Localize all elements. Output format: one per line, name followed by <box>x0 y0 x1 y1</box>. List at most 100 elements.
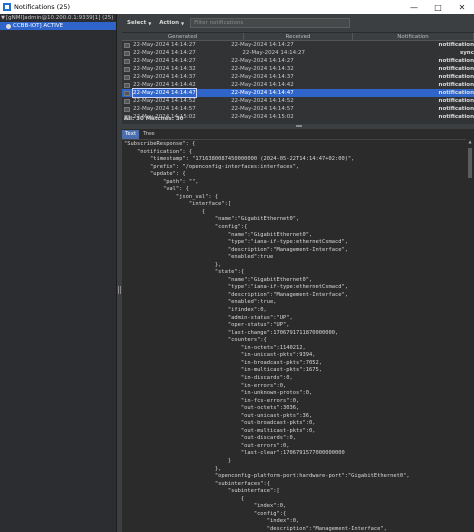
code-line: "name":"GigabitEthernet0", <box>124 276 313 283</box>
caret-down-icon: ▼ <box>181 20 185 26</box>
column-header-generated[interactable]: Generated <box>122 33 244 40</box>
cell-generated: 22-May-2024 14:14:57 <box>122 105 230 113</box>
code-line: "admin-status":"UP", <box>124 314 293 321</box>
generated-value: 22-May-2024 14:14:37 <box>133 74 196 80</box>
code-line: "config":{ <box>124 224 248 231</box>
code-line: "name":"GigabitEthernet0", <box>124 231 313 238</box>
code-line: "config":{ <box>124 510 287 517</box>
code-line: "in-fcs-errors":0, <box>124 397 300 404</box>
cell-generated: 22-May-2024 14:14:37 <box>122 73 230 81</box>
table-row[interactable]: 22-May-2024 14:14:47 22-May-2024 14:14:47… <box>122 88 474 98</box>
splitter-grip-icon[interactable] <box>118 286 121 294</box>
code-line: "SubscribeResponse": { <box>124 141 196 147</box>
code-line: "out-broadcast-pkts":0, <box>124 420 316 427</box>
code-line: }, <box>124 261 222 268</box>
cell-generated: 22-May-2024 14:14:27 <box>122 57 230 65</box>
splitter-grip-icon[interactable] <box>296 125 302 127</box>
generated-value: 22-May-2024 14:14:52 <box>133 98 196 104</box>
code-line: "openconfig-platform-port:hardware-port"… <box>124 473 410 480</box>
code-line: "prefix": "/openconfig-interfaces:interf… <box>124 163 300 170</box>
code-line: "name":"GigabitEthernet0", <box>124 216 300 223</box>
row-icon <box>124 90 130 96</box>
code-line: "val": { <box>124 186 189 193</box>
code-line: }, <box>124 465 222 472</box>
row-icon <box>124 98 130 104</box>
code-line: "in-errors":0, <box>124 382 287 389</box>
cell-received: 22-May-2024 14:14:27 <box>242 50 306 56</box>
cell-received: 22-May-2024 14:14:27 <box>231 42 294 48</box>
cell-generated: 22-May-2024 14:14:52 <box>122 97 230 105</box>
code-line: "in-octets":1140212, <box>124 344 306 351</box>
scroll-up-icon[interactable]: ▲ <box>466 139 474 146</box>
vertical-scrollbar[interactable]: ▲ <box>466 139 474 532</box>
code-line: "subinterfaces":{ <box>124 480 271 487</box>
toolbar: Select ▼ Action ▼ Filter notifications <box>122 14 474 32</box>
close-button[interactable]: ✕ <box>450 0 474 14</box>
code-line: "timestamp": "1716380087450000000 (2024-… <box>124 156 355 163</box>
code-line: "in-unicast-pkts":9394, <box>124 352 316 359</box>
code-line: "update": { <box>124 171 186 178</box>
match-count-status: All: 30 Matches: 30 <box>124 116 184 122</box>
code-line: "last-clear":1706791577000000000 <box>124 450 345 457</box>
cell-notification: notification <box>438 58 474 64</box>
json-text-pane[interactable]: "SubscribeResponse": { "notification": {… <box>122 139 466 532</box>
window-titlebar: Notifications (25) — □ ✕ <box>0 0 474 14</box>
code-line: "description":"Management-Interface", <box>124 525 387 532</box>
notifications-panel: Select ▼ Action ▼ Filter notifications G… <box>122 14 474 532</box>
code-line: "out-discards":0, <box>124 435 297 442</box>
code-line: "in-multicast-pkts":1675, <box>124 367 322 374</box>
action-menu-label: Action <box>159 20 180 26</box>
code-line: "in-broadcast-pkts":7052, <box>124 359 322 366</box>
column-header-received[interactable]: Received <box>244 33 353 40</box>
row-icon <box>124 106 130 112</box>
row-icon <box>124 58 130 64</box>
table-row[interactable]: 22-May-2024 14:14:42 22-May-2024 14:14:42… <box>122 81 474 89</box>
code-line: "enabled":true, <box>124 299 277 306</box>
device-tree-panel: ▼ [gNMI]admin@10.200.0.1:9339[1] (25) CC… <box>0 14 117 532</box>
app-icon <box>3 3 11 11</box>
filter-input[interactable]: Filter notifications <box>190 18 351 28</box>
scrollbar-thumb[interactable] <box>468 148 472 178</box>
code-line: "in-unknown-protos":0, <box>124 390 313 397</box>
table-row[interactable]: 22-May-2024 14:14:37 22-May-2024 14:14:37… <box>122 73 474 81</box>
code-line: { <box>124 495 245 502</box>
table-row[interactable]: 22-May-2024 14:14:52 22-May-2024 14:14:52… <box>122 97 474 105</box>
code-line: "index":0, <box>124 503 287 510</box>
generated-value: 22-May-2024 14:14:27 <box>133 58 196 64</box>
table-header: Generated Received Notification <box>122 33 474 41</box>
cell-generated: 22-May-2024 14:14:27 <box>122 41 230 49</box>
code-line: "subinterface":[ <box>124 488 280 495</box>
cell-notification: notification <box>438 66 474 72</box>
tree-node-root[interactable]: ▼ [gNMI]admin@10.200.0.1:9339[1] (25) <box>0 14 116 22</box>
action-menu-button[interactable]: Action ▼ <box>157 20 186 26</box>
code-line: } <box>124 457 232 464</box>
tab-text[interactable]: Text <box>122 130 140 139</box>
cell-generated: 22-May-2024 14:14:27 <box>122 49 241 57</box>
table-row[interactable]: 22-May-2024 14:14:27 22-May-2024 14:14:27… <box>122 49 474 57</box>
minimize-button[interactable]: — <box>402 0 426 14</box>
maximize-button[interactable]: □ <box>426 0 450 14</box>
row-icon <box>124 50 130 56</box>
column-header-notification[interactable]: Notification <box>353 33 474 40</box>
generated-value: 22-May-2024 14:14:57 <box>133 106 196 112</box>
code-line: "path": "", <box>124 178 199 185</box>
tree-node-child[interactable]: CCBB-IOT] ACTIVE <box>0 22 116 30</box>
cell-notification: notification <box>438 42 474 48</box>
code-line: "out-multicast-pkts":0, <box>124 427 316 434</box>
tab-tree[interactable]: Tree <box>140 130 157 139</box>
table-row[interactable]: 22-May-2024 14:14:27 22-May-2024 14:14:27… <box>122 57 474 65</box>
table-row[interactable]: 22-May-2024 14:14:57 22-May-2024 14:14:57… <box>122 105 474 113</box>
window-title: Notifications (25) <box>14 3 71 11</box>
row-icon <box>124 74 130 80</box>
cell-received: 22-May-2024 14:14:52 <box>231 98 294 104</box>
horizontal-splitter[interactable] <box>122 124 474 129</box>
code-line: "oper-status":"UP", <box>124 322 290 329</box>
table-row[interactable]: 22-May-2024 14:14:27 22-May-2024 14:14:27… <box>122 41 474 49</box>
json-code-view: "SubscribeResponse": { "notification": {… <box>122 140 466 532</box>
cell-notification: notification <box>438 90 474 96</box>
table-row[interactable]: 22-May-2024 14:14:32 22-May-2024 14:14:32… <box>122 65 474 73</box>
code-line: "type":"iana-if-type:ethernetCsmacd", <box>124 284 348 291</box>
select-menu-button[interactable]: Select ▼ <box>125 20 153 26</box>
generated-value: 22-May-2024 14:14:42 <box>133 82 196 88</box>
cell-notification: notification <box>438 98 474 104</box>
